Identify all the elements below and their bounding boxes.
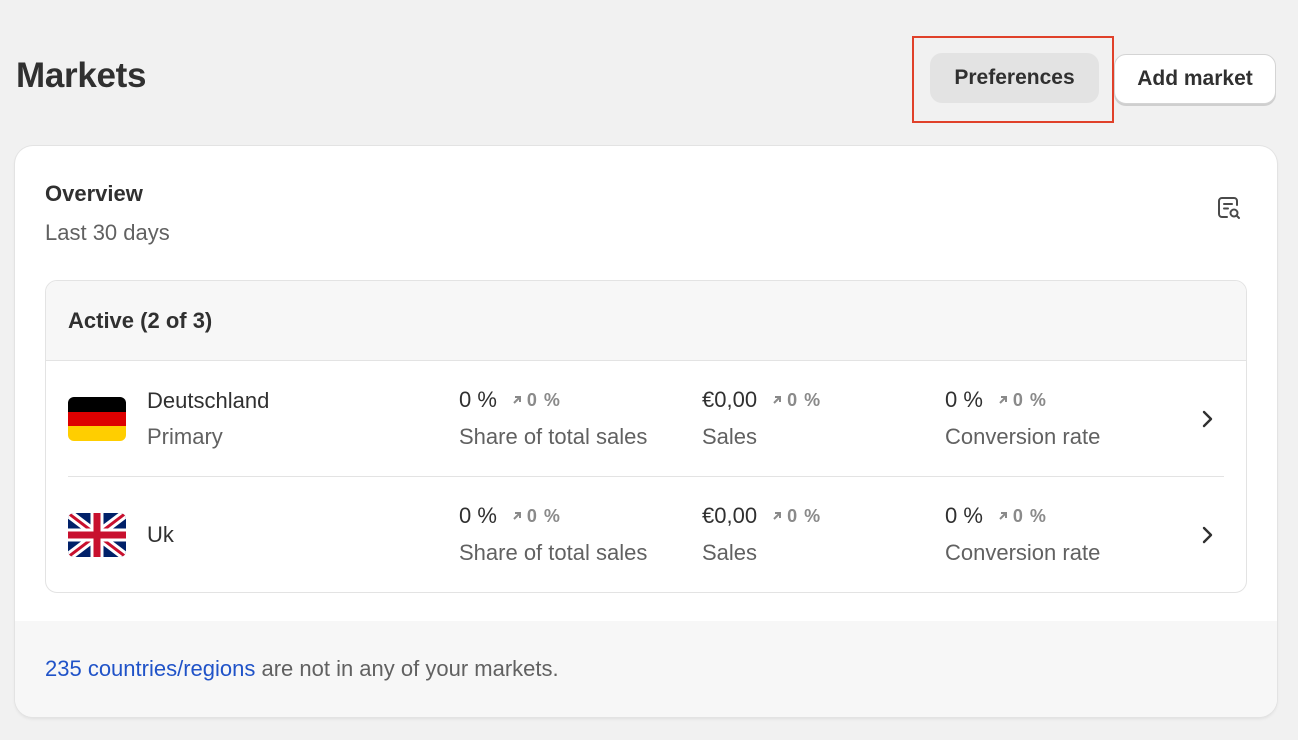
metric-sales: €0,00 0 % Sales — [702, 503, 821, 566]
add-market-button[interactable]: Add market — [1114, 54, 1276, 104]
metric-delta-value: 0 % — [526, 389, 561, 410]
market-name: Deutschland — [147, 388, 270, 413]
active-markets-heading: Active (2 of 3) — [46, 281, 1246, 361]
countries-regions-link[interactable]: 235 countries/regions — [45, 656, 255, 682]
arrow-up-right-icon — [513, 512, 521, 520]
arrow-up-right-icon — [999, 512, 1007, 520]
metric-delta-value: 0 % — [787, 389, 822, 410]
metric-conversion: 0 % 0 % Conversion rate — [945, 387, 1100, 450]
uk-flag-icon — [68, 513, 126, 557]
metric-value: 0 % — [945, 387, 983, 412]
markets-card: Overview Last 30 days Active (2 of 3) De… — [15, 146, 1277, 717]
arrow-up-right-icon — [513, 396, 521, 404]
active-markets-list: Active (2 of 3) Deutschland Primary 0 % … — [45, 280, 1247, 593]
metric-delta: 0 % — [511, 390, 561, 411]
metric-conversion: 0 % 0 % Conversion rate — [945, 503, 1100, 566]
arrow-up-right-icon — [773, 396, 782, 404]
metric-delta: 0 % — [511, 506, 561, 527]
metric-label: Share of total sales — [459, 540, 648, 565]
chevron-right-icon[interactable] — [1198, 523, 1216, 547]
page-title: Markets — [16, 56, 147, 95]
metric-value: 0 % — [945, 503, 983, 528]
metric-label: Share of total sales — [459, 424, 648, 449]
unassigned-regions-footer: 235 countries/regions are not in any of … — [15, 621, 1277, 717]
metric-value: €0,00 — [702, 503, 758, 528]
arrow-up-right-icon — [999, 396, 1007, 404]
footer-text: are not in any of your markets. — [255, 656, 559, 681]
metric-label: Conversion rate — [945, 540, 1101, 565]
market-row-deutschland[interactable]: Deutschland Primary 0 % 0 % Share of tot… — [46, 361, 1246, 477]
metric-sales: €0,00 0 % Sales — [702, 387, 821, 450]
overview-title: Overview — [45, 181, 143, 206]
metric-delta-value: 0 % — [526, 505, 561, 526]
metric-value: 0 % — [459, 387, 497, 412]
metric-delta: 0 % — [997, 506, 1047, 527]
metric-share: 0 % 0 % Share of total sales — [459, 503, 647, 566]
germany-flag-icon — [68, 397, 126, 441]
metric-delta: 0 % — [771, 506, 821, 527]
metric-value: 0 % — [459, 503, 497, 528]
market-name: Uk — [147, 522, 174, 547]
highlight-box — [912, 36, 1114, 123]
overview-subtitle: Last 30 days — [45, 220, 170, 245]
arrow-up-right-icon — [773, 512, 782, 520]
metric-delta-value: 0 % — [1012, 389, 1047, 410]
metric-label: Conversion rate — [945, 424, 1101, 449]
chevron-right-icon[interactable] — [1198, 407, 1216, 431]
market-row-uk[interactable]: Uk 0 % 0 % Share of total sales €0,00 0 … — [46, 477, 1246, 592]
metric-delta: 0 % — [997, 390, 1047, 411]
metric-delta-value: 0 % — [1012, 505, 1047, 526]
report-search-icon[interactable] — [1215, 194, 1243, 222]
metric-delta-value: 0 % — [787, 505, 822, 526]
metric-label: Sales — [702, 540, 758, 565]
metric-delta: 0 % — [771, 390, 821, 411]
market-primary-label: Primary — [147, 424, 223, 449]
metric-label: Sales — [702, 424, 758, 449]
metric-share: 0 % 0 % Share of total sales — [459, 387, 647, 450]
metric-value: €0,00 — [702, 387, 758, 412]
